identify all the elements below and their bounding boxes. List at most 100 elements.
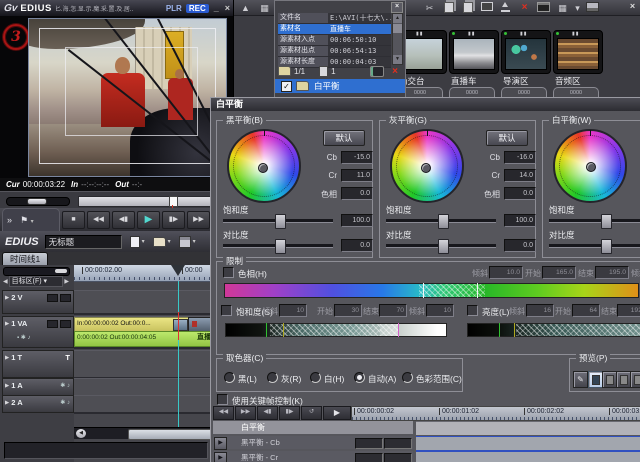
- black-balance-color-wheel[interactable]: [227, 129, 301, 203]
- kf-next-key-button[interactable]: ▮▶: [279, 406, 300, 420]
- hue-start-field[interactable]: 165.0: [542, 266, 576, 279]
- expand-icon[interactable]: ▶: [5, 400, 9, 406]
- expand-icon[interactable]: ▶: [5, 355, 9, 361]
- selected-clip-row[interactable]: ✓ 白平衡: [275, 79, 405, 93]
- luminance-gradient-bar[interactable]: [467, 323, 640, 337]
- device-icon[interactable]: [585, 2, 600, 14]
- chevron-down-icon[interactable]: ▾: [142, 238, 145, 245]
- picker-option-color-range[interactable]: 色彩范围(C): [402, 372, 462, 385]
- audio-track-icons[interactable]: ✱ ♪: [60, 399, 70, 406]
- wheel-marker[interactable]: [421, 163, 431, 173]
- plr-button[interactable]: PLR: [166, 4, 182, 13]
- track-mixer-icons[interactable]: ▪ ✱ ♪: [17, 334, 31, 341]
- open-project-button[interactable]: ▾: [153, 237, 171, 247]
- keyframe-ruler[interactable]: 00:00:00:02 00:00:01:02 00:00:02:02 00:0…: [351, 406, 640, 421]
- slider-thumb[interactable]: [438, 239, 449, 254]
- kf-expand-button[interactable]: ▶: [214, 437, 227, 450]
- next-arrow-icon[interactable]: ▶: [63, 278, 70, 285]
- saturation-value[interactable]: 100.0: [504, 214, 536, 227]
- track-header-1t[interactable]: ▶1 TT: [2, 350, 74, 378]
- kf-play-button[interactable]: ▶: [323, 406, 351, 420]
- kf-value-box[interactable]: [355, 453, 383, 462]
- fast-forward-button[interactable]: ▶▶: [187, 211, 210, 229]
- saturation-gradient-bar[interactable]: [225, 323, 447, 337]
- thumbnail-clip-3[interactable]: ▮▮: [501, 30, 551, 74]
- shuttle-slider[interactable]: [6, 197, 70, 206]
- preset-dropdown[interactable]: 目标区(F) ▾: [9, 276, 64, 287]
- scroll-down-icon[interactable]: ▼: [393, 55, 402, 64]
- position-thumb[interactable]: [169, 196, 178, 207]
- thumbnail-clip-2[interactable]: ▮▮: [449, 30, 499, 74]
- contrast-slider[interactable]: [223, 239, 333, 252]
- chevron-down-icon[interactable]: ▾: [168, 238, 171, 245]
- step-back-button[interactable]: ◀▮: [112, 211, 135, 229]
- list-view-icon[interactable]: ▦: [257, 2, 272, 14]
- prev-arrow-icon[interactable]: ◀: [2, 278, 9, 285]
- audio-track-icons[interactable]: ✱ ♪: [60, 382, 70, 389]
- default-button[interactable]: 默认: [323, 130, 365, 146]
- chevron-down-icon[interactable]: ▾: [193, 238, 196, 245]
- track-header-2v[interactable]: ▶2 V: [2, 290, 74, 314]
- lum-start-field[interactable]: 64: [572, 304, 600, 317]
- info-row-outpoint[interactable]: 源素材出点 00:06:54:13: [278, 46, 391, 57]
- cb-field[interactable]: -16.0: [504, 151, 536, 164]
- chevron-down-icon[interactable]: ▾: [574, 2, 581, 14]
- saturation-value[interactable]: 100.0: [341, 214, 373, 227]
- hue-field[interactable]: 0.0: [504, 187, 536, 200]
- slider-thumb[interactable]: [601, 239, 612, 254]
- kf-rewind-button[interactable]: ◀◀: [213, 406, 234, 420]
- play-button[interactable]: ▶: [137, 211, 160, 229]
- copy-icon[interactable]: [441, 2, 456, 14]
- hue-field[interactable]: 0.0: [341, 187, 373, 200]
- info-row-inpoint[interactable]: 源素材入点 00:06:50:10: [278, 35, 391, 46]
- track-header-2a[interactable]: ▶2 A✱ ♪: [2, 395, 74, 413]
- saturation-slider[interactable]: [386, 214, 496, 227]
- delete-icon[interactable]: ×: [517, 2, 532, 14]
- wheel-marker[interactable]: [586, 162, 596, 172]
- sat-slope1-field[interactable]: 10: [279, 304, 307, 317]
- minimize-button[interactable]: _: [214, 3, 219, 13]
- default-button[interactable]: 默认: [486, 130, 528, 146]
- info-row-clipname[interactable]: 素材名 直播车: [278, 24, 391, 35]
- kf-loop-button[interactable]: ↺: [301, 406, 322, 420]
- picker-option-auto[interactable]: 自动(A): [354, 372, 396, 385]
- track-header-1a[interactable]: ▶1 A✱ ♪: [2, 378, 74, 396]
- kf-row-black-cb[interactable]: 黑平衡 - Cb ▶: [213, 436, 640, 449]
- thumbnail-clip-4[interactable]: ▮▮: [553, 30, 603, 74]
- step-forward-button[interactable]: ▮▶: [162, 211, 185, 229]
- cr-field[interactable]: 11.0: [341, 169, 373, 182]
- playhead-line[interactable]: [178, 281, 179, 427]
- saturation-slider[interactable]: [223, 214, 333, 227]
- picker-option-white[interactable]: 白(H): [310, 372, 344, 385]
- hue-limit-checkbox[interactable]: 色相(H): [223, 267, 267, 280]
- kf-value-box[interactable]: [384, 438, 412, 449]
- contrast-slider[interactable]: [549, 239, 640, 252]
- tab-timeline-1[interactable]: 时间线1: [2, 252, 48, 265]
- info-close-button[interactable]: ×: [391, 2, 403, 13]
- kf-row-white-balance[interactable]: 白平衡: [213, 421, 640, 434]
- cb-field[interactable]: -15.0: [341, 151, 373, 164]
- lum-end-field[interactable]: 192: [617, 304, 640, 317]
- kf-value-box[interactable]: [384, 453, 412, 462]
- marker-button[interactable]: ⚑ ▾: [20, 215, 34, 226]
- scissors-icon[interactable]: ✂: [422, 2, 437, 14]
- bin-close-button[interactable]: ×: [627, 1, 638, 12]
- reel-icon[interactable]: [370, 66, 384, 77]
- slider-thumb[interactable]: [275, 239, 286, 254]
- dialog-title[interactable]: 白平衡: [211, 98, 640, 111]
- project-name-field[interactable]: 无标题: [45, 235, 122, 249]
- sat-end-field[interactable]: 70: [379, 304, 407, 317]
- picker-option-black[interactable]: 黑(L): [224, 372, 257, 385]
- info-scrollbar[interactable]: ▲ ▼: [392, 13, 403, 65]
- track-toggle[interactable]: [47, 294, 58, 302]
- shuttle-thumb[interactable]: [27, 198, 47, 205]
- remove-clip-button[interactable]: ×: [392, 66, 398, 77]
- clip-checkbox[interactable]: ✓: [281, 81, 292, 92]
- paste-icon[interactable]: [460, 2, 475, 14]
- contrast-slider[interactable]: [386, 239, 496, 252]
- grid-view-icon[interactable]: ▦: [555, 2, 570, 14]
- preview-mode-button-2[interactable]: [602, 371, 617, 388]
- preview-mode-button-1[interactable]: [588, 371, 603, 388]
- kf-prev-key-button[interactable]: ◀▮: [257, 406, 278, 420]
- hue-slope1-field[interactable]: 10.0: [489, 266, 523, 279]
